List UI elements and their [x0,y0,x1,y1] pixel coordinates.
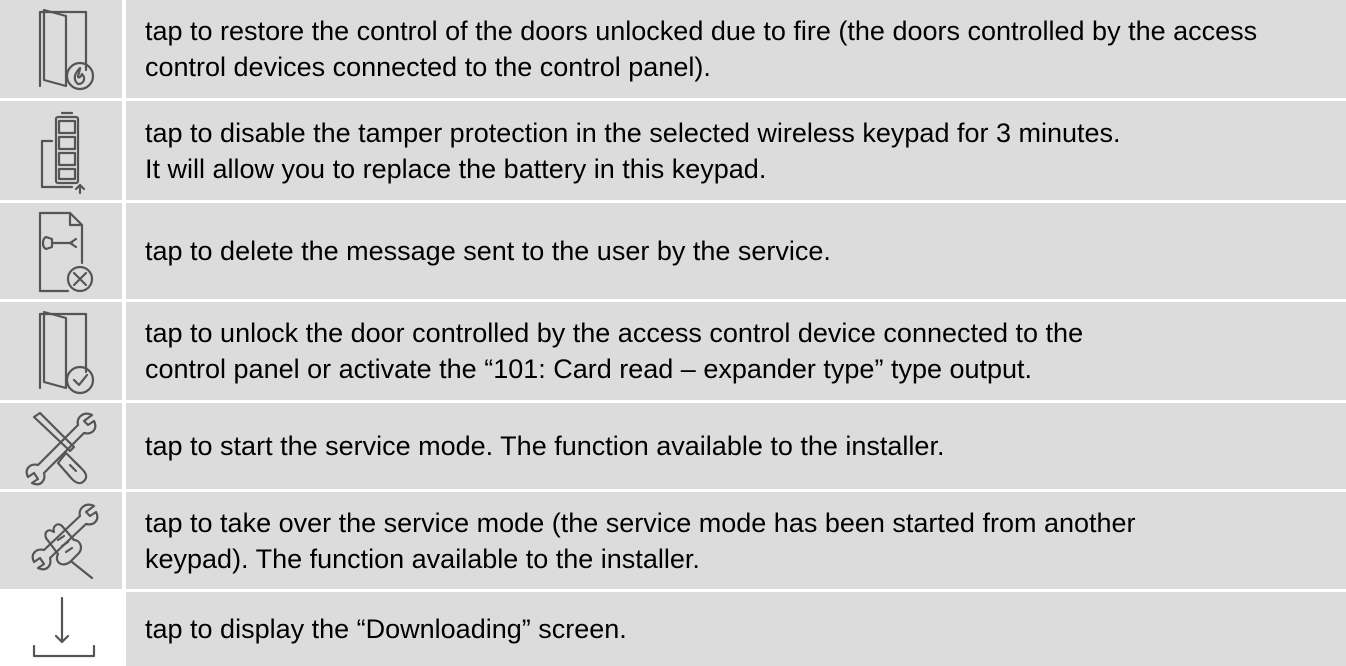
table-row: tap to unlock the door controlled by the… [0,302,1346,400]
table-row: tap to start the service mode. The funct… [0,403,1346,489]
downloading-icon [32,596,96,658]
row-description: tap to unlock the door controlled by the… [145,318,1084,384]
row-description: tap to restore the control of the doors … [145,16,1258,82]
row-description: tap to display the “Downloading” screen. [145,614,627,644]
keypad-battery-icon [40,111,86,195]
service-mode-tools-icon [25,411,97,486]
door-fire-icon [38,8,95,91]
row-description: tap to delete the message sent to the us… [145,236,831,266]
row-description: tap to disable the tamper protection in … [145,117,1121,184]
table-row: tap to delete the message sent to the us… [0,203,1346,299]
table-row: tap to restore the control of the doors … [0,0,1346,98]
door-unlock-icon [38,310,95,395]
row-description: tap to start the service mode. The funct… [145,431,945,461]
delete-service-message-icon [38,211,94,293]
table-row: tap to display the “Downloading” screen. [0,592,1346,666]
table-row: tap to disable the tamper protection in … [0,101,1346,200]
table-row: tap to take over the service mode (the s… [0,492,1346,589]
row-description: tap to take over the service mode (the s… [145,507,1136,574]
take-over-service-mode-icon [31,503,99,580]
icon-description-table: tap to restore the control of the doors … [0,0,1346,666]
